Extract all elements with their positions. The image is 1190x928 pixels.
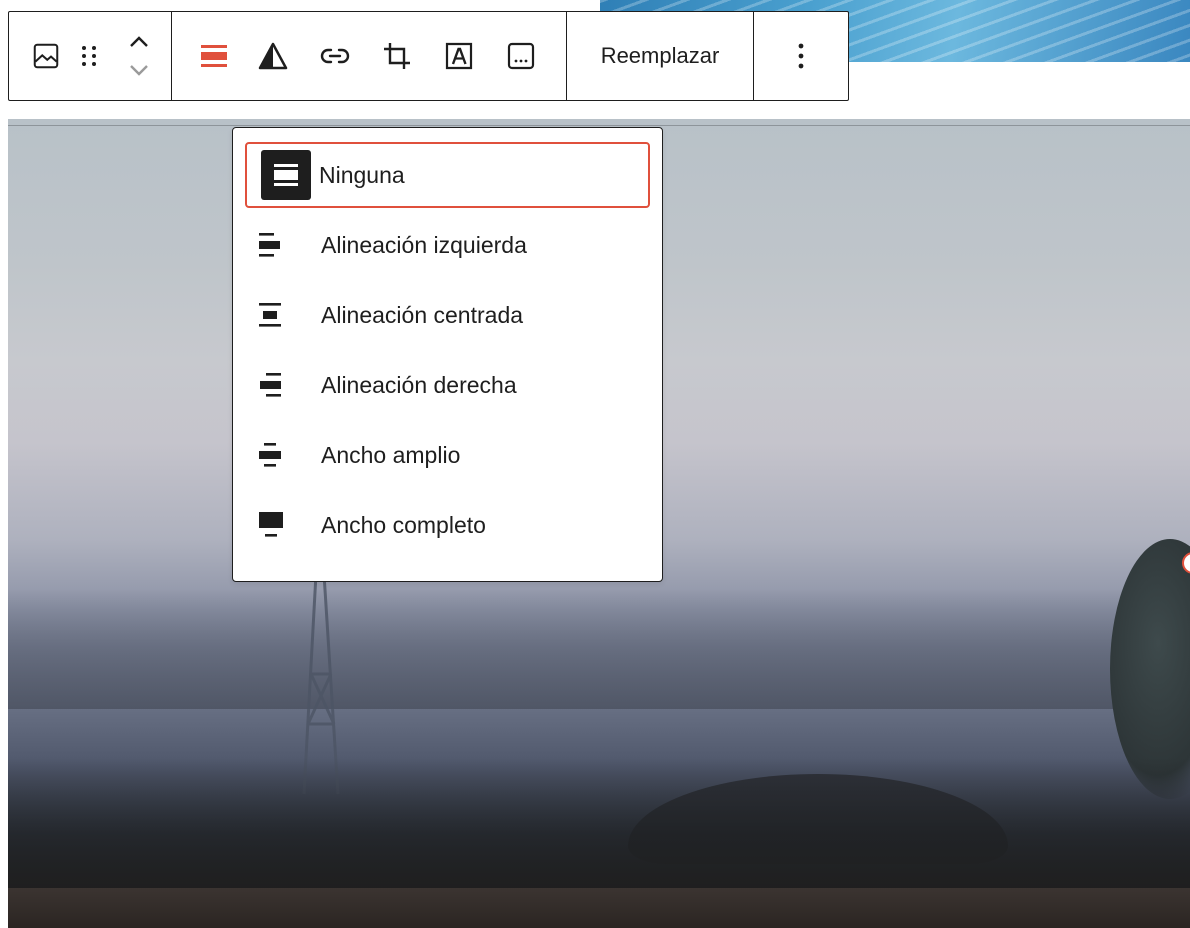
text-overlay-button[interactable] [428,25,490,87]
chevron-down-icon[interactable] [128,63,150,77]
power-line [8,125,1190,126]
road [8,888,1190,928]
menu-item-label: Ancho amplio [321,441,461,468]
text-over-image-icon [445,42,473,70]
alignment-dropdown-menu: Ninguna Alineación izquierda Alineación … [232,127,663,582]
menu-item-label: Alineación centrada [321,301,524,328]
image-icon[interactable] [21,25,71,87]
caption-icon [507,42,535,70]
caption-button[interactable] [490,25,552,87]
block-controls-group [9,12,172,100]
menu-item-align-left[interactable]: Alineación izquierda [245,212,650,278]
align-none-icon [201,45,227,67]
align-right-icon [259,359,311,411]
align-none-icon [261,150,311,200]
menu-item-align-right[interactable]: Alineación derecha [245,352,650,418]
drag-handle-icon[interactable] [71,25,107,87]
menu-item-align-none[interactable]: Ninguna [245,142,650,208]
align-button[interactable] [186,25,242,87]
replace-group: Reemplazar [567,12,754,100]
tree-line [8,589,1190,709]
more-vertical-icon[interactable] [774,25,828,87]
menu-item-align-full[interactable]: Ancho completo [245,492,650,558]
menu-item-label: Ninguna [319,161,405,188]
menu-item-align-center[interactable]: Alineación centrada [245,282,650,348]
options-group [754,12,848,100]
crop-button[interactable] [366,25,428,87]
duotone-filter-icon [258,42,288,70]
crop-icon [384,43,410,69]
link-icon [320,48,350,64]
align-wide-icon [259,429,311,481]
chevron-up-icon[interactable] [128,35,150,49]
block-mover [119,25,159,87]
block-tools-group [172,12,567,100]
align-full-width-icon [259,499,311,551]
link-button[interactable] [304,25,366,87]
replace-button[interactable]: Reemplazar [567,12,753,100]
menu-item-align-wide[interactable]: Ancho amplio [245,422,650,488]
menu-item-label: Ancho completo [321,511,486,538]
menu-item-label: Alineación izquierda [321,231,527,258]
menu-item-label: Alineación derecha [321,371,517,398]
duotone-button[interactable] [242,25,304,87]
align-left-icon [259,219,311,271]
block-toolbar: Reemplazar [8,11,849,101]
align-center-icon [259,289,311,341]
